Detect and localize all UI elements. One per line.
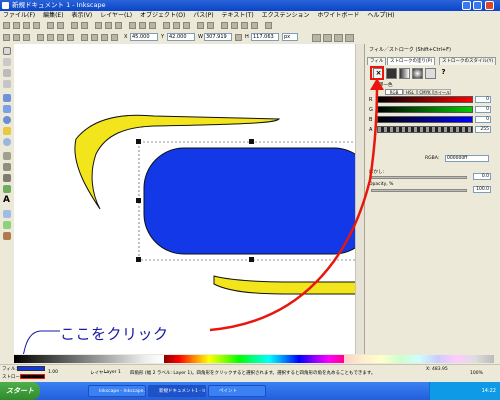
stroke-indicator[interactable]	[20, 374, 45, 379]
color-swatches[interactable]	[164, 355, 344, 363]
pastel-swatches[interactable]	[344, 355, 494, 363]
windows-taskbar: スタート Inkscape - Inkscape… 新規ドキュメント1 - In…	[0, 382, 500, 400]
cursor-coords: X: 483.95	[426, 367, 448, 372]
clock: 14:22	[481, 388, 496, 394]
task-paint[interactable]: ペイント	[208, 385, 266, 397]
start-button[interactable]: スタート	[0, 382, 40, 400]
gray-swatches[interactable]	[14, 355, 164, 363]
zoom-value[interactable]: 100%	[470, 371, 483, 376]
task-inkscape-1[interactable]: Inkscape - Inkscape…	[88, 385, 146, 397]
status-message: 四角形 (幅 2 ラベル: Layer 1)。四角形をクリックすると選択されます…	[130, 371, 376, 376]
click-here-annotation: ここをクリック	[60, 325, 169, 343]
color-palette	[0, 354, 500, 364]
stroke-width-value[interactable]: 1.00	[48, 370, 58, 375]
fill-status-label: フィル:	[2, 367, 17, 372]
task-inkscape-2[interactable]: 新規ドキュメント1 - Ink…	[148, 385, 206, 397]
layer-select[interactable]: Layer 1	[104, 370, 121, 375]
system-tray: 14:22	[429, 382, 500, 400]
status-bar: フィル: ストローク: 1.00 レイヤー Layer 1 四角形 (幅 2 ラ…	[0, 364, 500, 383]
fill-indicator[interactable]	[17, 366, 45, 371]
